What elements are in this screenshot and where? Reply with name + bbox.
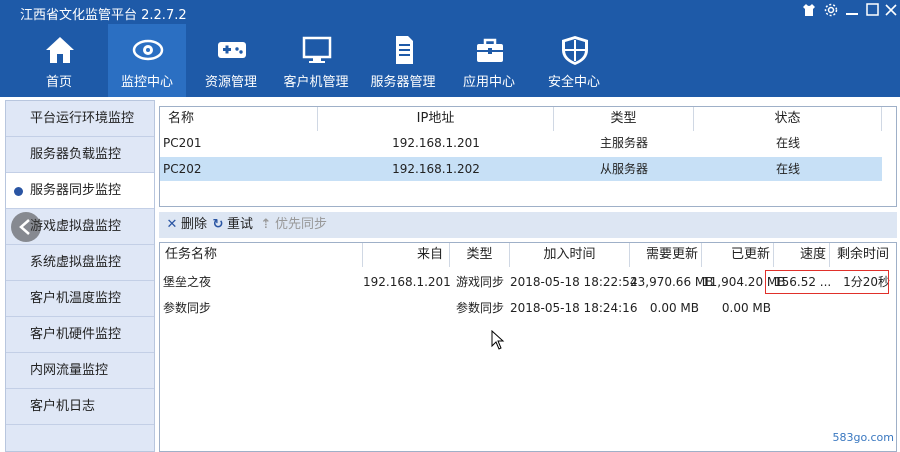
tab-resource-management[interactable]: 资源管理 [192,24,270,97]
table-row-selected[interactable]: PC202 192.168.1.202 从服务器 在线 [160,157,882,181]
active-dot-icon [14,187,23,196]
main-toolbar: 首页 监控中心 资源管理 客户机管理 服务器管理 应用中心 安全中心 [0,24,900,97]
retry-button[interactable]: ↻ 重试 [212,216,253,234]
col-status-header[interactable]: 状态 [694,107,882,131]
sidebar-item-lan-traffic[interactable]: 内网流量监控 [6,353,154,389]
tab-client-management[interactable]: 客户机管理 [277,24,355,97]
gamepad-icon [218,42,246,58]
col-name-header[interactable]: 名称 [160,107,318,131]
back-arrow-icon[interactable] [11,212,41,242]
col-need-update-header[interactable]: 需要更新 [630,243,702,267]
settings-icon[interactable] [822,3,840,21]
col-type-header[interactable]: 类型 [450,243,510,267]
table-row[interactable]: PC201 192.168.1.201 主服务器 在线 [160,131,882,155]
sidebar-item-client-temp[interactable]: 客户机温度监控 [6,281,154,317]
col-type-header[interactable]: 类型 [554,107,694,131]
sidebar-item-system-vdisk[interactable]: 系统虚拟盘监控 [6,245,154,281]
tab-server-management[interactable]: 服务器管理 [364,24,442,97]
skin-icon[interactable] [800,3,818,21]
col-ip-header[interactable]: IP地址 [318,107,554,131]
priority-sync-button[interactable]: ⇡ 优先同步 [260,216,327,234]
task-table: 任务名称 来自 类型 加入时间 需要更新 已更新 速度 剩余时间 堡垒之夜 19… [159,242,897,452]
title-bar: 江西省文化监管平台 2.2.7.2 [0,0,900,24]
home-icon [46,37,74,63]
delete-button[interactable]: ✕ 删除 [166,216,207,234]
col-from-header[interactable]: 来自 [363,243,450,267]
app-title: 江西省文化监管平台 2.2.7.2 [20,8,187,23]
col-speed-header[interactable]: 速度 [774,243,830,267]
refresh-icon: ↻ [212,217,224,232]
mouse-cursor-icon [491,330,505,350]
col-remaining-header[interactable]: 剩余时间 [830,243,892,267]
col-join-time-header[interactable]: 加入时间 [510,243,630,267]
eye-icon [132,39,164,61]
delete-x-icon: ✕ [166,217,178,232]
server-table-header: 名称 IP地址 类型 状态 [160,107,896,131]
minimize-icon[interactable] [843,3,861,21]
sidebar-item-server-sync[interactable]: 服务器同步监控 [6,173,154,209]
shield-icon [562,36,588,65]
maximize-icon[interactable] [863,3,881,21]
task-table-header: 任务名称 来自 类型 加入时间 需要更新 已更新 速度 剩余时间 [160,243,896,267]
watermark: 583go.com [832,431,894,444]
sidebar-item-platform-env[interactable]: 平台运行环境监控 [6,101,154,137]
sidebar-item-client-log[interactable]: 客户机日志 [6,389,154,425]
server-icon [396,36,413,64]
sidebar-item-server-load[interactable]: 服务器负载监控 [6,137,154,173]
col-task-name-header[interactable]: 任务名称 [160,243,363,267]
task-action-bar: ✕ 删除 ↻ 重试 ⇡ 优先同步 [159,212,897,238]
sidebar-item-client-hardware[interactable]: 客户机硬件监控 [6,317,154,353]
table-row[interactable]: 参数同步 参数同步 2018-05-18 18:24:16 0.00 MB 0.… [160,296,896,320]
close-icon[interactable] [882,3,900,21]
highlight-box [765,270,889,294]
toolbox-icon [477,38,503,62]
tab-home[interactable]: 首页 [20,24,98,97]
tab-app-center[interactable]: 应用中心 [450,24,528,97]
tab-security-center[interactable]: 安全中心 [535,24,613,97]
sidebar: 平台运行环境监控 服务器负载监控 服务器同步监控 游戏虚拟盘监控 系统虚拟盘监控… [5,100,155,452]
arrow-up-icon: ⇡ [260,217,272,232]
monitor-icon [302,36,332,63]
server-table: 名称 IP地址 类型 状态 PC201 192.168.1.201 主服务器 在… [159,106,897,207]
tab-monitor-center[interactable]: 监控中心 [108,24,186,97]
top-bar: 江西省文化监管平台 2.2.7.2 首页 监控中心 资源管理 客户机管理 服务器… [0,0,900,97]
col-updated-header[interactable]: 已更新 [702,243,774,267]
